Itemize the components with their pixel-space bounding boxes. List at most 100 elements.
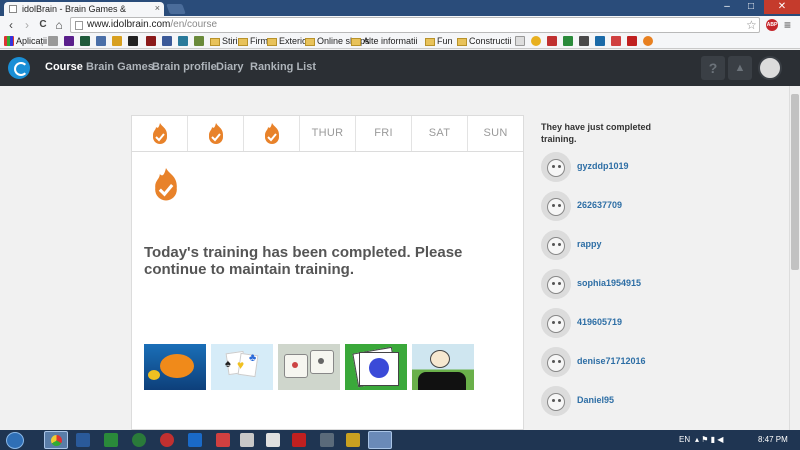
nav-course[interactable]: Course [45,61,83,73]
facebook-icon[interactable] [162,36,172,46]
bookmark-site-icon[interactable] [128,36,138,46]
folder-icon [457,37,467,46]
recent-user-item[interactable]: rappy [541,230,671,260]
bookmark-folder-fun[interactable]: Fun [425,36,453,47]
help-button[interactable]: ? [701,56,725,80]
bookmark-site-icon[interactable] [643,36,653,46]
nav-brain-profile[interactable]: Brain profile [152,61,217,73]
maximize-button[interactable]: □ [740,0,762,14]
username-link[interactable]: sophia1954915 [577,278,641,288]
forward-button[interactable]: › [20,18,34,32]
bookmark-site-icon[interactable] [112,36,122,46]
nav-diary[interactable]: Diary [216,61,244,73]
new-tab-button[interactable] [166,4,186,14]
day-fri: FRI [356,116,412,151]
taskbar-app-icon[interactable] [320,433,334,447]
recent-user-item[interactable]: sophia1954915 [541,269,671,299]
taskbar-acrobat-icon[interactable] [292,433,306,447]
folder-icon [351,37,361,46]
bookmark-site-icon[interactable] [48,36,58,46]
bookmark-site-icon[interactable] [611,36,621,46]
bookmark-site-icon[interactable] [80,36,90,46]
bookmark-folder-stiri[interactable]: Stiri [210,36,238,47]
card-fan-game-thumbnail[interactable] [345,344,407,390]
folder-icon [238,37,248,46]
adblock-icon[interactable]: ABP [766,19,778,31]
recent-user-item[interactable]: Daniel95 [541,386,671,416]
taskbar-chrome-icon[interactable] [44,431,68,449]
reload-button[interactable]: C [36,18,50,32]
home-button[interactable]: ⌂ [52,18,66,32]
user-avatar [541,191,571,221]
recent-user-item[interactable]: 262637709 [541,191,671,221]
taskbar-app-icon[interactable] [188,433,202,447]
recent-user-item[interactable]: denise71712016 [541,347,671,377]
notifications-bell-icon[interactable]: ▲ [728,56,752,80]
bookmark-folder-alte-informatii[interactable]: Alte informatii [351,36,418,47]
bookmark-site-icon[interactable] [579,36,589,46]
flame-check-icon [153,123,167,144]
idolbrain-logo-icon[interactable] [8,57,30,79]
username-link[interactable]: gyzddp1019 [577,161,629,171]
taskbar-app-icon[interactable] [368,431,392,449]
browser-tab[interactable]: idolBrain - Brain Games & × [4,2,164,16]
flame-check-icon [265,123,279,144]
taskbar-app-icon[interactable] [76,433,90,447]
yahoo-icon[interactable] [64,36,74,46]
recent-user-item[interactable]: gyzddp1019 [541,152,671,182]
bookmark-site-icon[interactable] [563,36,573,46]
minimize-button[interactable]: – [716,0,738,14]
taskbar-app-icon[interactable] [132,433,146,447]
scrollbar-thumb[interactable] [791,94,799,270]
taskbar-app-icon[interactable] [240,433,254,447]
bookmark-site-icon[interactable] [178,36,188,46]
dice-game-thumbnail[interactable] [278,344,340,390]
bookmark-label: Constructii [469,36,512,46]
username-link[interactable]: rappy [577,239,602,249]
user-avatar [541,386,571,416]
nav-ranking-list[interactable]: Ranking List [250,61,316,73]
day-3-completed [244,116,300,151]
bookmark-site-icon[interactable] [515,36,525,46]
bookmark-folder-exterior[interactable]: Exterior [267,36,310,47]
nav-brain-games[interactable]: Brain Games [86,61,154,73]
username-link[interactable]: denise71712016 [577,356,646,366]
browser-toolbar: ‹ › C ⌂ www.idolbrain.com/en/course ☆ AB… [0,16,800,34]
tray-icons[interactable]: ▴ ⚑ ▮ ◀ [695,435,723,444]
chrome-menu-icon[interactable]: ≡ [784,18,796,32]
bookmark-folder-constructii[interactable]: Constructii [457,36,512,47]
bookmark-star-icon[interactable]: ☆ [746,18,757,32]
taskbar-app-icon[interactable] [216,433,230,447]
cartoon-scene-game-thumbnail[interactable] [412,344,474,390]
windows-taskbar: EN ▴ ⚑ ▮ ◀ 8:47 PM [0,430,800,450]
tab-close-icon[interactable]: × [155,3,160,13]
day-sat: SAT [412,116,468,151]
taskbar-app-icon[interactable] [266,433,280,447]
bookmark-site-icon[interactable] [531,36,541,46]
bookmark-apps[interactable]: Aplicații [4,36,47,47]
clock[interactable]: 8:47 PM [758,435,788,444]
user-avatar[interactable] [758,56,782,80]
taskbar-app-icon[interactable] [104,433,118,447]
username-link[interactable]: 262637709 [577,200,622,210]
username-link[interactable]: Daniel95 [577,395,614,405]
window-close-button[interactable]: ✕ [764,0,800,14]
bookmark-site-icon[interactable] [96,36,106,46]
cards-heart-game-thumbnail[interactable]: ♥ ♠ ♣ [211,344,273,390]
fish-game-thumbnail[interactable] [144,344,206,390]
username-link[interactable]: 419605719 [577,317,622,327]
back-button[interactable]: ‹ [4,18,18,32]
day-1-completed [132,116,188,151]
address-bar[interactable]: www.idolbrain.com/en/course [70,17,760,33]
site-navbar: Course Brain Games Brain profile Diary R… [0,50,800,86]
bookmark-site-icon[interactable] [595,36,605,46]
taskbar-app-icon[interactable] [346,433,360,447]
bookmark-site-icon[interactable] [194,36,204,46]
bookmark-site-icon[interactable] [627,36,637,46]
recent-user-item[interactable]: 419605719 [541,308,671,338]
bookmark-site-icon[interactable] [146,36,156,46]
bookmark-site-icon[interactable] [547,36,557,46]
start-button[interactable] [6,432,24,449]
taskbar-app-icon[interactable] [160,433,174,447]
language-indicator[interactable]: EN [679,435,690,444]
